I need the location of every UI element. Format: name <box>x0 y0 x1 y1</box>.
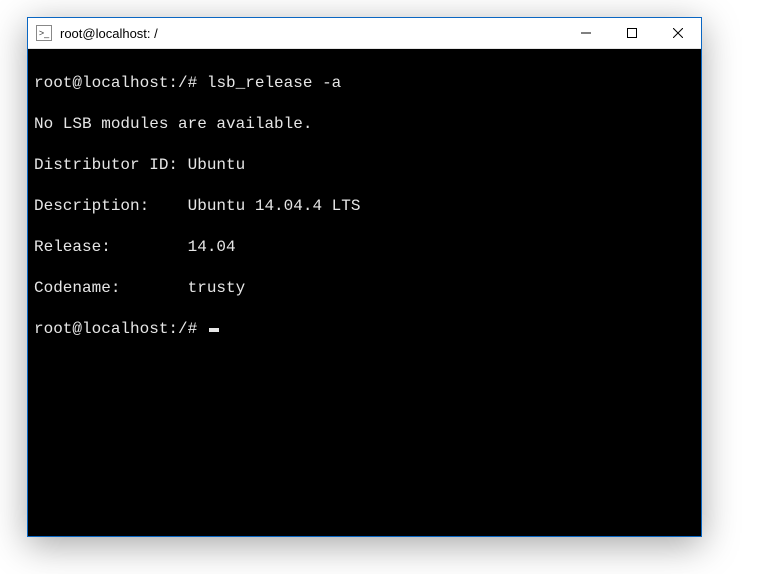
app-icon: >_ <box>36 25 52 41</box>
terminal-line: No LSB modules are available. <box>34 114 695 134</box>
close-button[interactable] <box>655 18 701 48</box>
terminal-line: Distributor ID: Ubuntu <box>34 155 695 175</box>
titlebar[interactable]: >_ root@localhost: / <box>28 18 701 49</box>
terminal-line: Release: 14.04 <box>34 237 695 257</box>
terminal-line: root@localhost:/# lsb_release -a <box>34 73 695 93</box>
window-title: root@localhost: / <box>60 26 563 41</box>
cursor <box>209 328 219 332</box>
command-text: lsb_release -a <box>207 74 341 92</box>
prompt: root@localhost:/# <box>34 74 197 92</box>
terminal-line: Description: Ubuntu 14.04.4 LTS <box>34 196 695 216</box>
terminal-window: >_ root@localhost: / root@localhost:/# l… <box>27 17 702 537</box>
terminal-output[interactable]: root@localhost:/# lsb_release -a No LSB … <box>28 49 701 536</box>
terminal-line: Codename: trusty <box>34 278 695 298</box>
terminal-line: root@localhost:/# <box>34 319 695 339</box>
minimize-button[interactable] <box>563 18 609 48</box>
window-controls <box>563 18 701 48</box>
maximize-icon <box>627 28 637 38</box>
maximize-button[interactable] <box>609 18 655 48</box>
close-icon <box>673 28 683 38</box>
minimize-icon <box>581 28 591 38</box>
prompt: root@localhost:/# <box>34 320 197 338</box>
